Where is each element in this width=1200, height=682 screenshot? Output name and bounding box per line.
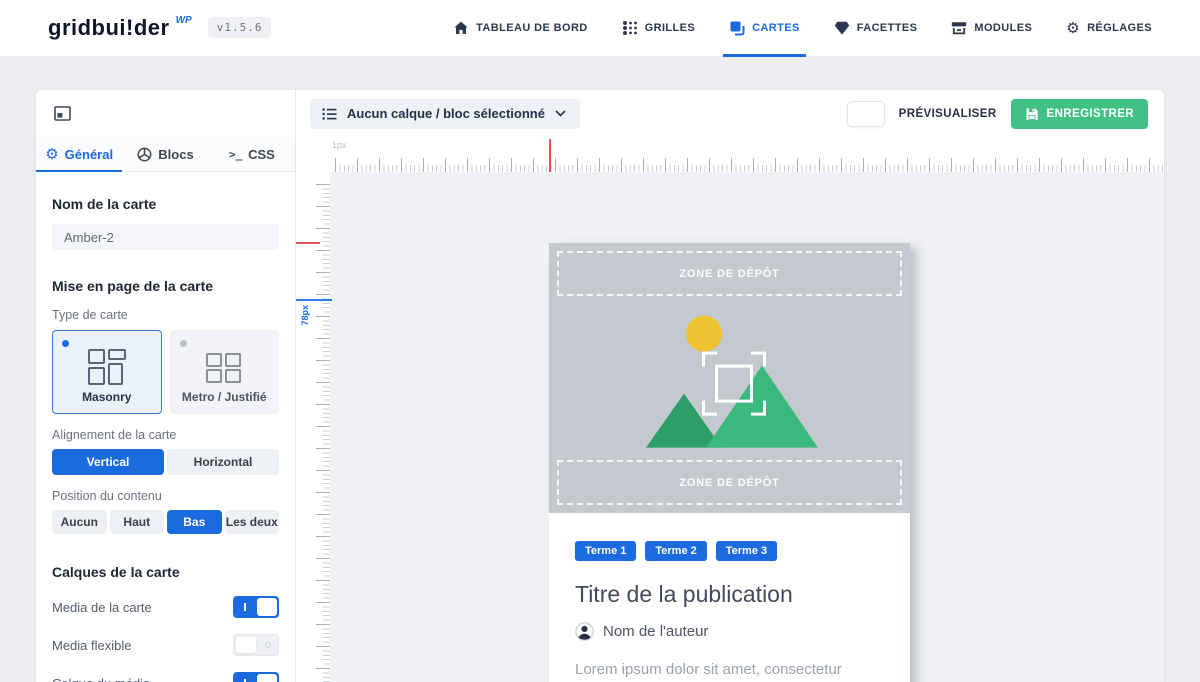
top-navbar: gridbui!der WP v1.5.6 TABLEAU DE BORD GR… bbox=[0, 0, 1200, 57]
module-box-icon bbox=[951, 20, 967, 36]
image-placeholder-icon bbox=[640, 314, 820, 454]
collapse-panel-button[interactable] bbox=[50, 102, 75, 125]
nav-item-facettes[interactable]: FACETTES bbox=[834, 0, 918, 57]
crop-frame-icon bbox=[702, 352, 766, 416]
content-position-label: Position du contenu bbox=[52, 489, 279, 503]
term-badge-1[interactable]: Terme 1 bbox=[575, 541, 636, 561]
dropzone-bottom[interactable]: ZONE DE DÉPÔT bbox=[557, 460, 902, 505]
position-aucun-button[interactable]: Aucun bbox=[52, 510, 107, 534]
content-position-options: Aucun Haut Bas Les deux bbox=[52, 510, 279, 534]
alignment-options: Vertical Horizontal bbox=[52, 449, 279, 475]
card-type-options: Masonry Metro / Justifié bbox=[52, 330, 279, 414]
cube-icon bbox=[137, 147, 152, 162]
nav-item-grilles[interactable]: GRILLES bbox=[622, 0, 695, 57]
chevron-down-icon bbox=[555, 110, 566, 117]
toggle-media-on[interactable] bbox=[233, 596, 279, 618]
vertical-ruler-ticks bbox=[316, 184, 330, 682]
card-media-layer[interactable]: ZONE DE DÉPÔT ZONE DE DÉPÔT bbox=[549, 243, 910, 513]
facet-gem-icon bbox=[834, 20, 850, 36]
radio-unselected-icon bbox=[180, 340, 187, 347]
app-logo: gridbui!der bbox=[48, 15, 170, 41]
terminal-icon: >_ bbox=[229, 148, 242, 161]
brand: gridbui!der WP v1.5.6 bbox=[48, 15, 271, 41]
card-layout-heading: Mise en page de la carte bbox=[52, 278, 279, 294]
position-les-deux-button[interactable]: Les deux bbox=[225, 510, 280, 534]
cards-icon bbox=[729, 20, 745, 36]
toolbar-right: PRÉVISUALISER ENREGISTRER bbox=[847, 99, 1148, 129]
floppy-icon bbox=[1025, 107, 1039, 121]
preview-toggle[interactable] bbox=[847, 101, 885, 127]
sun-icon bbox=[686, 316, 722, 352]
tab-css[interactable]: >_ CSS bbox=[209, 137, 295, 171]
ruler-guide-red-horizontal[interactable] bbox=[296, 242, 320, 244]
card-preview[interactable]: ZONE DE DÉPÔT ZONE DE DÉPÔT bbox=[549, 243, 910, 682]
canvas[interactable]: 78px ZONE DE DÉPÔT bbox=[296, 172, 1164, 682]
masonry-layout-icon bbox=[86, 347, 128, 387]
guide-measurement-label: 78px bbox=[300, 305, 310, 326]
position-haut-button[interactable]: Haut bbox=[110, 510, 165, 534]
position-bas-button[interactable]: Bas bbox=[167, 510, 222, 534]
card-name-input[interactable] bbox=[52, 224, 279, 250]
avatar-person-icon bbox=[575, 622, 594, 641]
tab-general[interactable]: ⚙ Général bbox=[36, 137, 122, 171]
card-layers-heading: Calques de la carte bbox=[52, 564, 279, 580]
horizontal-ruler-ticks bbox=[335, 158, 1164, 172]
term-badge-2[interactable]: Terme 2 bbox=[645, 541, 706, 561]
grid-dots-icon bbox=[622, 20, 638, 36]
gear-icon: ⚙ bbox=[45, 147, 58, 162]
sidebar-top bbox=[36, 90, 295, 137]
card-type-masonry[interactable]: Masonry bbox=[52, 330, 162, 414]
ruler-origin-label: 1px bbox=[332, 140, 347, 150]
collapse-panel-icon bbox=[54, 106, 71, 121]
toggle-calque-media-on[interactable] bbox=[233, 672, 279, 682]
save-button[interactable]: ENREGISTRER bbox=[1011, 99, 1148, 129]
layer-row-media: Media de la carte bbox=[52, 596, 279, 618]
card-name-heading: Nom de la carte bbox=[52, 196, 279, 212]
layer-row-media-flexible: Media flexible bbox=[52, 634, 279, 656]
radio-selected-icon bbox=[62, 340, 69, 347]
term-badge-3[interactable]: Terme 3 bbox=[716, 541, 777, 561]
main-nav: TABLEAU DE BORD GRILLES CARTES bbox=[453, 0, 1152, 57]
author-block[interactable]: Nom de l'auteur bbox=[575, 622, 884, 641]
preview-label: PRÉVISUALISER bbox=[899, 108, 997, 120]
tab-blocs[interactable]: Blocs bbox=[122, 137, 208, 171]
canvas-toolbar: Aucun calque / bloc sélectionné PRÉVISUA… bbox=[296, 90, 1164, 137]
nav-item-tableau-de-bord[interactable]: TABLEAU DE BORD bbox=[453, 0, 588, 57]
home-icon bbox=[453, 20, 469, 36]
term-badges: Terme 1 Terme 2 Terme 3 bbox=[575, 541, 884, 561]
nav-item-reglages[interactable]: ⚙ RÉGLAGES bbox=[1066, 0, 1152, 57]
horizontal-ruler[interactable]: 1px bbox=[296, 137, 1164, 172]
toggle-media-flexible-off[interactable] bbox=[233, 634, 279, 656]
workspace: Aucun calque / bloc sélectionné PRÉVISUA… bbox=[296, 90, 1164, 682]
card-type-metro[interactable]: Metro / Justifié bbox=[170, 330, 280, 414]
sidebar-body: Nom de la carte Mise en page de la carte… bbox=[36, 172, 295, 682]
vertical-ruler[interactable]: 78px bbox=[296, 172, 330, 682]
alignment-vertical-button[interactable]: Vertical bbox=[52, 449, 164, 475]
nav-item-modules[interactable]: MODULES bbox=[951, 0, 1032, 57]
dropzone-top[interactable]: ZONE DE DÉPÔT bbox=[557, 251, 902, 296]
settings-sidebar: ⚙ Général Blocs >_ CSS Nom de la carte bbox=[36, 90, 296, 682]
app-logo-wp-sup: WP bbox=[176, 15, 192, 26]
excerpt-block[interactable]: Lorem ipsum dolor sit amet, consectetur … bbox=[575, 658, 884, 682]
post-title-block[interactable]: Titre de la publication bbox=[575, 581, 884, 608]
card-footer-layer[interactable]: Terme 1 Terme 2 Terme 3 Titre de la publ… bbox=[549, 513, 910, 682]
editor-panel: ⚙ Général Blocs >_ CSS Nom de la carte bbox=[36, 90, 1164, 682]
card-alignment-label: Alignement de la carte bbox=[52, 428, 279, 442]
metro-layout-icon bbox=[204, 347, 244, 387]
nav-item-cartes[interactable]: CARTES bbox=[729, 0, 800, 57]
ruler-guide-blue-horizontal[interactable] bbox=[296, 299, 332, 301]
card-type-label: Type de carte bbox=[52, 308, 279, 322]
layer-row-calque-media: Calque du média bbox=[52, 672, 279, 682]
list-icon bbox=[322, 107, 337, 121]
sidebar-tabs: ⚙ Général Blocs >_ CSS bbox=[36, 137, 295, 172]
gear-icon: ⚙ bbox=[1066, 21, 1080, 36]
ruler-guide-red-vertical[interactable] bbox=[549, 139, 551, 172]
version-badge: v1.5.6 bbox=[208, 17, 272, 38]
alignment-horizontal-button[interactable]: Horizontal bbox=[167, 449, 279, 475]
layer-select-dropdown[interactable]: Aucun calque / bloc sélectionné bbox=[310, 99, 580, 129]
